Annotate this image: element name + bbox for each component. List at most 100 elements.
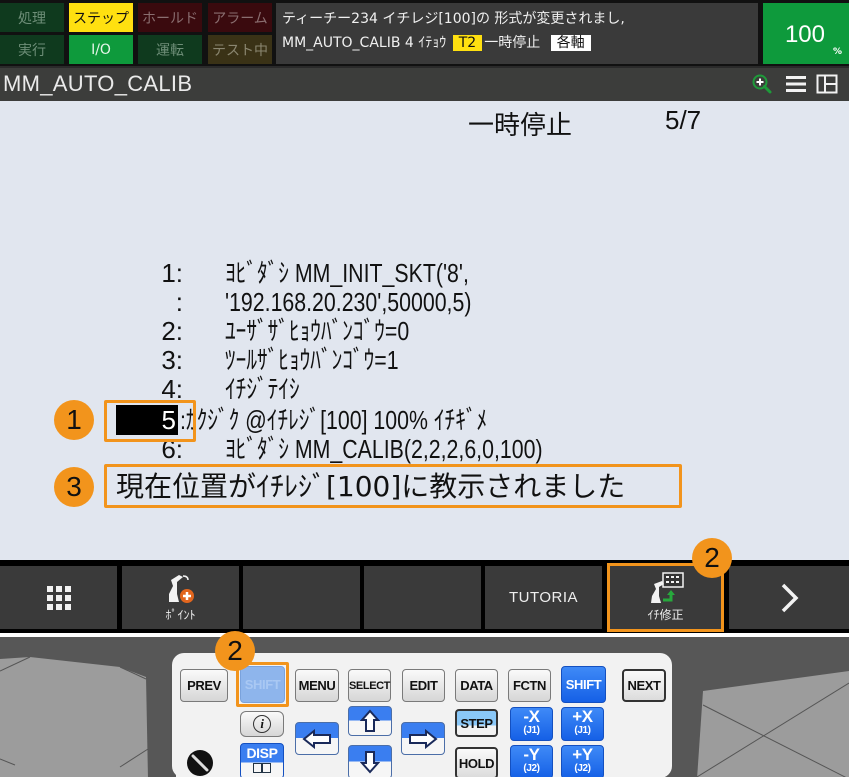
fkey-tutoria[interactable]: TUTORIA — [485, 566, 602, 629]
line-code: ﾂｰﾙｻﾞﾋｮｳﾊﾞﾝｺﾞｳ=1 — [225, 345, 399, 375]
fkey-label: ﾎﾟｲﾝﾄ — [165, 608, 196, 622]
alarm-message: ティーチー234 イチレジ[100]の 形式が変更されまし, — [282, 11, 625, 27]
disp-key[interactable]: DISP — [240, 743, 284, 777]
jog-axis: +Y — [572, 745, 593, 764]
status-bar: 処理 ステップ ホールド アラーム 実行 I/O 運転 テスト中 ティーチー23… — [0, 0, 849, 66]
annotation-badge-2-fkey: 2 — [692, 538, 732, 578]
fkey-label: ｲﾁ修正 — [647, 608, 684, 622]
next-key[interactable]: NEXT — [622, 669, 666, 702]
execution-status: 一時停止 — [468, 111, 573, 141]
right-enable-pad — [697, 671, 849, 777]
program-status-line: MM_AUTO_CALIB 4 ｲﾃｮｳ T2 一時停止 各軸 — [282, 31, 752, 55]
arrow-up-key[interactable] — [348, 706, 392, 736]
robot-add-icon — [168, 575, 194, 603]
annotation-box-message — [104, 464, 682, 508]
annotation-badge-2-shift: 2 — [215, 631, 255, 671]
line-code: ﾖﾋﾞﾀﾞｼ MM_INIT_SKT('8', — [225, 258, 469, 288]
jog-joint: (J1) — [523, 725, 540, 736]
prev-key[interactable]: PREV — [180, 669, 228, 702]
line-position: 5/7 — [665, 105, 702, 135]
shift-key-right[interactable]: SHIFT — [561, 666, 606, 703]
speed-override[interactable]: 100 % — [763, 3, 849, 64]
edit-key[interactable]: EDIT — [402, 669, 445, 702]
program-name: MM_AUTO_CALIB — [282, 35, 401, 51]
lamp-test-cycle: テスト中 — [208, 35, 272, 64]
jog-joint: (J2) — [523, 763, 540, 774]
program-editor: 一時停止 5/7 1: ﾖﾋﾞﾀﾞｼ MM_INIT_SKT('8', : '1… — [0, 101, 849, 560]
override-value: 100 — [784, 21, 825, 48]
lamp-fault: アラーム — [208, 3, 272, 32]
jog-minus-x-key[interactable]: -X (J1) — [510, 707, 553, 741]
lamp-step: ステップ — [69, 3, 133, 32]
function-key-bar: ﾎﾟｲﾝﾄ TUTORIA ｲﾁ修正 2 — [0, 538, 849, 633]
line-code: '192.168.20.230',50000,5) — [225, 287, 472, 317]
line-number: 4 — [404, 35, 414, 51]
fctn-key[interactable]: FCTN — [508, 669, 551, 702]
emergency-knob-area — [176, 745, 224, 777]
line-number: 2: — [161, 316, 183, 346]
fkey-next-page[interactable] — [729, 566, 849, 629]
jog-joint: (J1) — [574, 725, 591, 736]
menu-key[interactable]: MENU — [295, 669, 339, 702]
robot-touchup-icon — [650, 572, 684, 603]
line-label: ｲﾃｮｳ — [418, 35, 447, 51]
coord-badge: 各軸 — [550, 35, 591, 51]
split-view-icon[interactable] — [816, 73, 838, 95]
arrow-left-key[interactable] — [295, 722, 339, 755]
step-key[interactable]: STEP — [455, 709, 498, 737]
fkey-empty-4[interactable] — [364, 566, 481, 629]
jog-minus-y-key[interactable]: -Y (J2) — [510, 745, 553, 777]
lamp-io: I/O — [69, 35, 133, 64]
arrow-down-icon — [360, 751, 380, 774]
jog-joint: (J2) — [574, 763, 591, 774]
lamp-busy: 処理 — [0, 3, 64, 32]
jog-plus-x-key[interactable]: +X (J1) — [561, 707, 604, 741]
run-status: 一時停止 — [484, 35, 541, 51]
annotation-box-cursor — [104, 400, 196, 442]
hold-key[interactable]: HOLD — [455, 747, 498, 777]
fkey-label: TUTORIA — [508, 589, 579, 606]
jog-plus-y-key[interactable]: +Y (J2) — [561, 745, 604, 777]
left-enable-pad — [0, 656, 149, 777]
line-number: : — [175, 287, 183, 317]
split-window-icon — [253, 763, 271, 773]
arrow-right-icon — [409, 728, 438, 749]
line-code: ﾕｰｻﾞｻﾞﾋｮｳﾊﾞﾝｺﾞｳ=0 — [225, 316, 410, 346]
jog-axis: +X — [572, 707, 593, 726]
title-bar: MM_AUTO_CALIB — [0, 68, 849, 101]
grid-icon — [46, 585, 71, 610]
teach-pendant-keys: PREV SHIFT 2 MENU SELECT EDIT DATA FCTN … — [0, 631, 849, 777]
select-key[interactable]: SELECT — [348, 669, 391, 702]
zoom-in-icon[interactable] — [751, 73, 773, 95]
info-icon: i — [253, 715, 271, 733]
arrow-up-icon — [360, 709, 380, 732]
arrow-left-icon — [302, 728, 331, 749]
info-key[interactable]: i — [240, 711, 284, 737]
knob-icon[interactable] — [185, 748, 215, 777]
fkey-empty-3[interactable] — [243, 566, 360, 629]
fkey-menu-grid[interactable] — [0, 566, 117, 629]
menu-icon[interactable] — [785, 73, 807, 95]
chevron-right-icon — [781, 583, 799, 612]
line-code: ｲﾁｼﾞﾃｲｼ — [225, 374, 300, 404]
arrow-right-key[interactable] — [401, 722, 445, 755]
line-number: 1: — [161, 258, 183, 288]
line-code: ﾖﾋﾞﾀﾞｼ MM_CALIB(2,2,2,6,0,100) — [225, 434, 543, 464]
disp-label: DISP — [246, 745, 278, 761]
jog-axis: -X — [523, 707, 540, 726]
data-key[interactable]: DATA — [455, 669, 498, 702]
line-code: :ｶｸｼﾞｸ @ｲﾁﾚｼﾞ[100] 100% ｲﾁｷﾞﾒ — [180, 405, 488, 435]
message-panel: ティーチー234 イチレジ[100]の 形式が変更されまし, MM_AUTO_C… — [276, 3, 758, 64]
arrow-down-key[interactable] — [348, 745, 392, 777]
fkey-point[interactable]: ﾎﾟｲﾝﾄ — [122, 566, 239, 629]
lamp-hold: ホールド — [138, 3, 202, 32]
override-unit: % — [832, 47, 842, 57]
line-number: 3: — [161, 345, 183, 375]
window-title: MM_AUTO_CALIB — [3, 71, 193, 96]
mode-badge: T2 — [452, 35, 483, 51]
lamp-prod: 運転 — [138, 35, 202, 64]
annotation-badge-1: 1 — [54, 400, 94, 440]
lamp-run: 実行 — [0, 35, 64, 64]
jog-axis: -Y — [523, 745, 540, 764]
annotation-badge-3: 3 — [54, 467, 94, 507]
